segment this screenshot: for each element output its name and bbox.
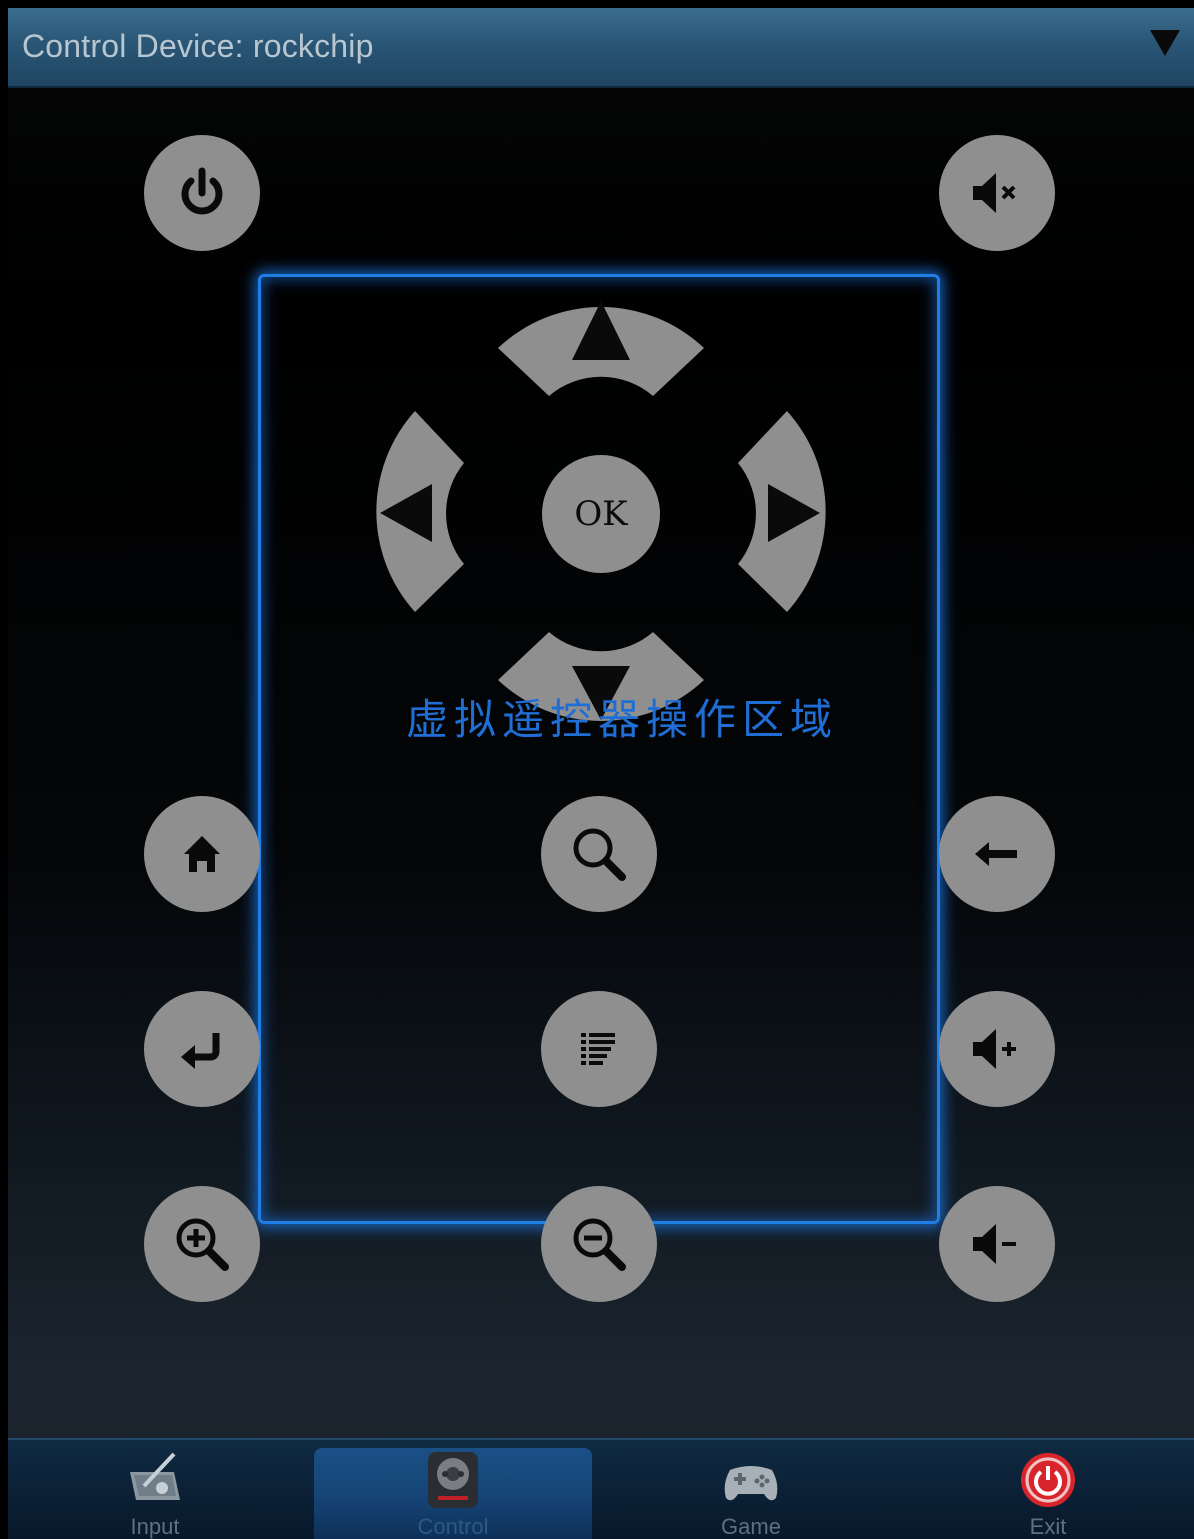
remote-control-app: Control Device: rockchip OK 虚拟遥控器操作区域 In… bbox=[8, 8, 1194, 1539]
zoom-in-icon bbox=[176, 1218, 229, 1271]
back-button[interactable] bbox=[939, 796, 1055, 912]
mute-icon bbox=[973, 173, 1016, 213]
tab-input-label: Input bbox=[130, 1514, 180, 1539]
search-button[interactable] bbox=[541, 796, 657, 912]
zoom-out-icon bbox=[573, 1218, 626, 1271]
tab-game[interactable]: Game bbox=[611, 1440, 891, 1539]
dpad-left-button[interactable] bbox=[376, 411, 464, 612]
zoom-out-button[interactable] bbox=[541, 1186, 657, 1302]
bottom-tab-bar: Input Control Game Exit bbox=[8, 1438, 1194, 1539]
tab-control[interactable]: Control bbox=[314, 1448, 592, 1539]
volume-down-icon bbox=[973, 1224, 1016, 1264]
tab-input[interactable]: Input bbox=[15, 1440, 295, 1539]
tab-exit-label: Exit bbox=[1029, 1514, 1067, 1539]
dpad-up-button[interactable] bbox=[498, 301, 704, 396]
remote-control-icon bbox=[428, 1452, 478, 1508]
enter-button[interactable] bbox=[144, 991, 260, 1107]
gamepad-icon bbox=[724, 1466, 778, 1501]
exit-power-icon bbox=[1021, 1453, 1075, 1507]
search-icon bbox=[573, 828, 626, 881]
home-icon bbox=[184, 836, 220, 872]
mute-button[interactable] bbox=[939, 135, 1055, 251]
power-icon bbox=[181, 167, 223, 215]
input-tablet-icon bbox=[130, 1452, 180, 1500]
home-button[interactable] bbox=[144, 796, 260, 912]
dpad-right-button[interactable] bbox=[738, 411, 826, 612]
tab-game-label: Game bbox=[721, 1514, 781, 1539]
volume-up-button[interactable] bbox=[939, 991, 1055, 1107]
menu-list-icon bbox=[581, 1033, 615, 1065]
menu-button[interactable] bbox=[541, 991, 657, 1107]
volume-up-icon bbox=[973, 1029, 1016, 1069]
tab-control-label: Control bbox=[417, 1514, 489, 1539]
ok-button[interactable]: OK bbox=[542, 455, 660, 573]
power-button[interactable] bbox=[144, 135, 260, 251]
enter-icon bbox=[181, 1033, 220, 1069]
zoom-in-button[interactable] bbox=[144, 1186, 260, 1302]
tab-exit[interactable]: Exit bbox=[908, 1440, 1188, 1539]
back-arrow-icon bbox=[975, 842, 1017, 866]
control-area-label: 虚拟遥控器操作区域 bbox=[405, 695, 838, 744]
volume-down-button[interactable] bbox=[939, 1186, 1055, 1302]
